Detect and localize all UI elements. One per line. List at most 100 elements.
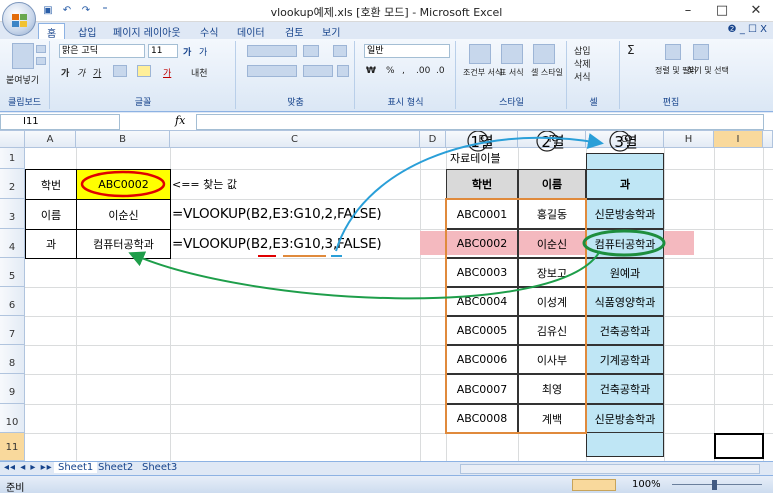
hangul-button[interactable]: 내천: [191, 66, 208, 79]
table-cell-dept[interactable]: 건축공학과: [586, 316, 664, 345]
table-cell-name[interactable]: 김유신: [518, 316, 586, 345]
table-cell-id[interactable]: ABC0008: [446, 404, 518, 433]
format-cells-button[interactable]: 서식: [574, 70, 591, 83]
cell-b3[interactable]: 이순신: [76, 199, 171, 230]
sheet-tab-sheet1[interactable]: Sheet1: [54, 462, 98, 473]
table-header-dept[interactable]: 과: [586, 169, 664, 199]
grow-font-button[interactable]: 가: [183, 45, 191, 58]
decrease-decimal-button[interactable]: .0: [436, 66, 445, 76]
table-cell-id[interactable]: ABC0006: [446, 345, 518, 374]
cell-styles-icon[interactable]: [533, 44, 555, 64]
wrap-text-icon[interactable]: [333, 45, 347, 57]
column-header-i[interactable]: I: [714, 131, 763, 148]
table-cell-id[interactable]: ABC0001: [446, 199, 518, 229]
shrink-font-button[interactable]: 가: [199, 45, 207, 58]
table-cell-dept[interactable]: 컴퓨터공학과: [586, 229, 664, 258]
row-header-8[interactable]: 8: [0, 345, 25, 374]
table-cell-dept[interactable]: 원예과: [586, 258, 664, 287]
cut-icon[interactable]: [36, 45, 46, 53]
number-format-select[interactable]: 일반: [364, 44, 450, 58]
cell-a4[interactable]: 과: [25, 229, 77, 259]
row-header-5[interactable]: 5: [0, 258, 25, 287]
cell-c2[interactable]: <== 찾는 값: [172, 169, 237, 199]
column-header-h[interactable]: H: [664, 131, 714, 148]
italic-button[interactable]: 가: [77, 66, 85, 79]
font-name-select[interactable]: 맑은 고딕: [59, 44, 145, 58]
borders-icon[interactable]: [113, 65, 127, 77]
table-cell-dept[interactable]: 건축공학과: [586, 374, 664, 404]
sort-filter-icon[interactable]: [665, 44, 681, 60]
percent-button[interactable]: %: [386, 66, 395, 76]
table-cell-name[interactable]: 장보고: [518, 258, 586, 287]
table-cell-id[interactable]: ABC0007: [446, 374, 518, 404]
help-controls[interactable]: ❷ _ ☐ X: [728, 24, 767, 35]
row-header-11[interactable]: 11: [0, 433, 25, 461]
merge-cells-icon[interactable]: [337, 65, 349, 77]
tab-view[interactable]: 보기: [322, 24, 340, 39]
row-header-1[interactable]: 1: [0, 148, 25, 169]
tab-insert[interactable]: 삽입: [78, 24, 96, 39]
tab-formulas[interactable]: 수식: [200, 24, 218, 39]
zoom-level[interactable]: 100%: [632, 479, 661, 490]
table-cell-name[interactable]: 이순신: [518, 229, 586, 258]
table-cell-id[interactable]: ABC0003: [446, 258, 518, 287]
row-header-6[interactable]: 6: [0, 287, 25, 316]
increase-decimal-button[interactable]: .00: [416, 66, 430, 76]
tab-home[interactable]: 홈: [38, 23, 66, 40]
row-header-2[interactable]: 2: [0, 169, 25, 199]
font-color-button[interactable]: 가: [163, 66, 171, 79]
sheet-tab-sheet3[interactable]: Sheet3: [142, 462, 177, 473]
insert-function-button[interactable]: fx: [175, 114, 185, 127]
table-header-id[interactable]: 학번: [446, 169, 518, 199]
vertical-scroll-top[interactable]: [763, 131, 773, 148]
table-cell-dept[interactable]: 기계공학과: [586, 345, 664, 374]
column-header-c[interactable]: C: [170, 131, 420, 148]
minimize-button[interactable]: –: [671, 0, 705, 22]
row-header-7[interactable]: 7: [0, 316, 25, 345]
table-cell-name[interactable]: 홍길동: [518, 199, 586, 229]
table-cell-name[interactable]: 계백: [518, 404, 586, 433]
table-cell-name[interactable]: 최영: [518, 374, 586, 404]
cell-c4[interactable]: =VLOOKUP(B2,E3:G10,3,FALSE): [172, 229, 382, 258]
table-cell-dept[interactable]: 신문방송학과: [586, 199, 664, 229]
bold-button[interactable]: 가: [61, 66, 69, 79]
table-cell-name[interactable]: 이사부: [518, 345, 586, 374]
currency-button[interactable]: ₩: [366, 66, 376, 76]
table-cell-id[interactable]: ABC0004: [446, 287, 518, 316]
row-header-9[interactable]: 9: [0, 374, 25, 404]
insert-cells-button[interactable]: 삽입: [574, 44, 591, 57]
copy-icon[interactable]: [36, 57, 46, 65]
fill-color-icon[interactable]: [137, 65, 151, 77]
close-button[interactable]: ✕: [739, 0, 773, 22]
font-size-select[interactable]: 11: [148, 44, 178, 58]
cell-a3[interactable]: 이름: [25, 199, 77, 230]
autosum-button[interactable]: Σ: [627, 43, 635, 57]
cell-a2[interactable]: 학번: [25, 169, 77, 200]
format-as-table-icon[interactable]: [501, 44, 523, 64]
sheet-nav-buttons[interactable]: ◂◂ ◂ ▸ ▸▸: [4, 462, 53, 473]
maximize-button[interactable]: □: [705, 0, 739, 22]
underline-button[interactable]: 가: [93, 66, 101, 79]
name-box[interactable]: I11: [0, 114, 120, 130]
sheet-tab-sheet2[interactable]: Sheet2: [98, 462, 133, 473]
row-header-10[interactable]: 10: [0, 404, 25, 433]
worksheet-grid[interactable]: A B C D E F G H I 1 2 3 4 5 6 7 8 9 10 1…: [0, 131, 773, 461]
tab-page-layout[interactable]: 페이지 레이아웃: [113, 24, 181, 39]
orientation-icon[interactable]: [303, 45, 319, 57]
office-button[interactable]: [2, 2, 36, 36]
table-header-name[interactable]: 이름: [518, 169, 586, 199]
find-select-icon[interactable]: [693, 44, 709, 60]
cell-c3[interactable]: =VLOOKUP(B2,E3:G10,2,FALSE): [172, 199, 382, 229]
column-header-d[interactable]: D: [420, 131, 446, 148]
row-header-3[interactable]: 3: [0, 199, 25, 229]
table-cell-dept[interactable]: 신문방송학과: [586, 404, 664, 433]
horizontal-align-icons[interactable]: [247, 65, 297, 77]
table-cell-id[interactable]: ABC0002: [446, 229, 518, 258]
row-header-4[interactable]: 4: [0, 229, 25, 258]
indent-icons[interactable]: [303, 65, 333, 77]
column-header-b[interactable]: B: [76, 131, 170, 148]
active-cell-i11[interactable]: [714, 433, 764, 459]
horizontal-scrollbar[interactable]: [460, 464, 760, 474]
conditional-format-icon[interactable]: [469, 44, 491, 64]
delete-cells-button[interactable]: 삭제: [574, 57, 591, 70]
